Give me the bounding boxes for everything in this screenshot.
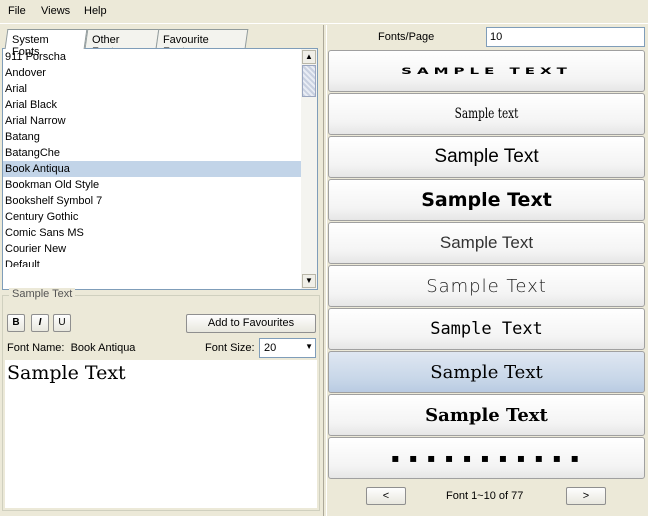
font-list-item[interactable]: Andover — [3, 65, 301, 81]
font-preview-text: Sample Text — [430, 319, 543, 339]
font-preview-button[interactable]: Sample Text — [328, 394, 645, 436]
font-name-value: Book Antiqua — [70, 342, 136, 354]
font-list-item[interactable]: Comic Sans MS — [3, 225, 301, 241]
scroll-up-icon[interactable]: ▲ — [302, 50, 316, 64]
font-preview-text: Sample Text — [425, 404, 548, 426]
font-preview-button[interactable]: Sample Text — [328, 179, 645, 221]
font-preview-button[interactable]: SAMPLE TEXT — [328, 50, 645, 92]
font-list-item[interactable]: Arial Black — [3, 97, 301, 113]
left-panel: System Fonts Other Fonts Favourite Fonts… — [0, 25, 323, 516]
font-list-item[interactable]: Batang — [3, 129, 301, 145]
font-preview-text: Sample Text — [430, 361, 543, 383]
scroll-down-icon[interactable]: ▼ — [302, 274, 316, 288]
font-preview-text: Sample Text — [434, 146, 539, 167]
menu-file[interactable]: File — [8, 5, 26, 17]
bold-button[interactable]: B — [7, 314, 25, 332]
prev-page-button[interactable]: < — [366, 487, 406, 505]
panel-divider[interactable] — [323, 25, 327, 516]
sample-group-legend: Sample Text — [9, 288, 76, 300]
font-preview-button[interactable]: Sample Text — [328, 222, 645, 264]
font-list-item[interactable]: Courier New — [3, 241, 301, 257]
font-list-item[interactable]: Bookman Old Style — [3, 177, 301, 193]
font-preview-button[interactable]: Sample Text — [328, 265, 645, 307]
add-to-favourites-button[interactable]: Add to Favourites — [186, 314, 316, 333]
font-size-value: 20 — [264, 342, 277, 354]
font-preview-button[interactable]: Sample Text — [328, 308, 645, 350]
font-preview-button[interactable]: ▪ ▪ ▪ ▪ ▪ ▪ ▪ ▪ ▪ ▪ ▪ — [328, 437, 645, 479]
tab-system-fonts[interactable]: System Fonts — [4, 29, 88, 58]
chevron-down-icon[interactable]: ▼ — [305, 342, 313, 351]
scroll-thumb[interactable] — [302, 65, 316, 97]
font-preview-text: Sample text — [454, 106, 519, 122]
font-list-item[interactable]: Arial — [3, 81, 301, 97]
font-preview-text: SAMPLE TEXT — [401, 65, 572, 77]
font-size-label: Font Size: — [205, 342, 255, 354]
menu-bar: File Views Help — [0, 0, 648, 24]
font-preview-text: Sample Text — [426, 275, 547, 297]
font-preview-text: ▪ ▪ ▪ ▪ ▪ ▪ ▪ ▪ ▪ ▪ ▪ — [391, 451, 582, 465]
font-list-item-selected[interactable]: Book Antiqua — [3, 161, 301, 177]
font-name-label: Font Name: — [7, 342, 65, 354]
font-preview-text: Sample Text — [421, 189, 552, 211]
next-page-button[interactable]: > — [566, 487, 606, 505]
sample-text-group: Sample Text B I U Add to Favourites Font… — [2, 288, 320, 511]
sample-text-area[interactable]: Sample Text — [5, 360, 317, 508]
font-list-item[interactable]: Century Gothic — [3, 209, 301, 225]
underline-button[interactable]: U — [53, 314, 71, 332]
font-name-row: Font Name: Book Antiqua — [7, 342, 135, 354]
tab-favourite-fonts[interactable]: Favourite Fonts — [155, 29, 249, 58]
font-preview-button[interactable]: Sample text — [328, 93, 645, 135]
font-list[interactable]: 911 Porscha Andover Arial Arial Black Ar… — [2, 48, 318, 290]
fonts-per-page-label: Fonts/Page — [378, 31, 435, 43]
font-preview-button-selected[interactable]: Sample Text — [328, 351, 645, 393]
font-tabs: System Fonts Other Fonts Favourite Fonts — [4, 29, 320, 58]
tab-other-fonts[interactable]: Other Fonts — [84, 29, 160, 58]
menu-help[interactable]: Help — [84, 5, 107, 17]
font-list-item[interactable]: BatangChe — [3, 145, 301, 161]
menu-views[interactable]: Views — [41, 5, 70, 17]
font-preview-button[interactable]: Sample Text — [328, 136, 645, 178]
sample-text-preview: Sample Text — [7, 362, 126, 384]
font-list-item[interactable]: Bookshelf Symbol 7 — [3, 193, 301, 209]
font-preview-text: Sample Text — [439, 233, 534, 252]
page-info: Font 1~10 of 77 — [446, 490, 524, 502]
italic-button[interactable]: I — [31, 314, 49, 332]
font-list-item[interactable]: Arial Narrow — [3, 113, 301, 129]
fonts-per-page-input[interactable]: 10 — [486, 27, 645, 47]
font-list-scrollbar[interactable]: ▲ ▼ — [301, 49, 317, 289]
font-list-item[interactable]: Default — [3, 257, 301, 267]
font-size-select[interactable]: 20 ▼ — [259, 338, 316, 358]
